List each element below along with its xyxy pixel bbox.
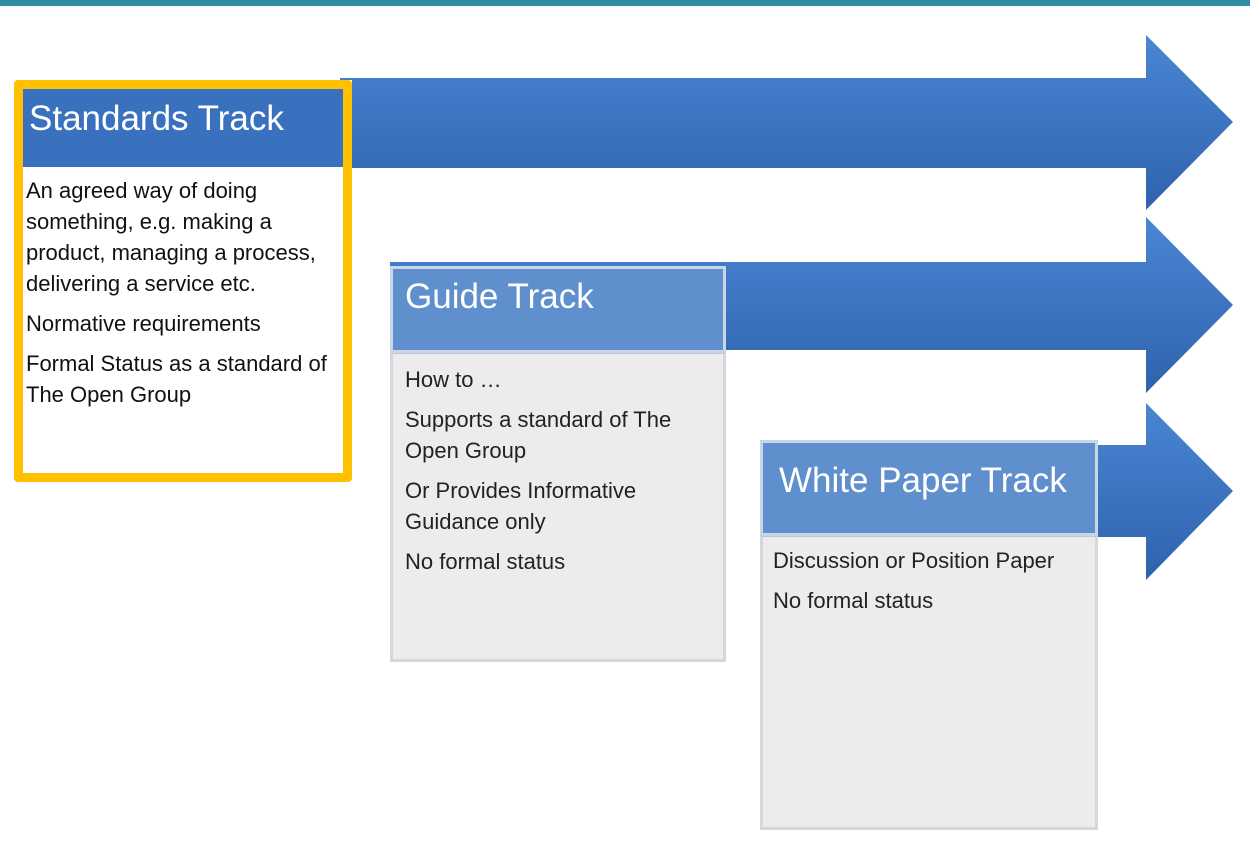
white-paper-track-card: White Paper Track Discussion or Position… <box>760 440 1098 830</box>
guide-track-line: How to … <box>405 367 502 392</box>
standards-track-line: Formal Status as a standard of The Open … <box>26 351 327 407</box>
white-paper-track-line: No formal status <box>773 588 934 613</box>
standards-track-card: Standards Track An agreed way of doing s… <box>14 80 352 482</box>
standards-track-description: An agreed way of doing something, e.g. m… <box>23 167 343 473</box>
standards-track-line: An agreed way of doing something, e.g. m… <box>26 178 316 296</box>
standards-track-line: Normative requirements <box>26 311 261 336</box>
white-paper-track-description: Discussion or Position Paper No formal s… <box>760 536 1098 830</box>
standards-track-title: Standards Track <box>21 89 345 167</box>
guide-track-line: Supports a standard of The Open Group <box>405 407 672 463</box>
guide-track-line: Or Provides Informative Guidance only <box>405 478 637 534</box>
white-paper-track-title: White Paper Track <box>760 440 1098 536</box>
standards-track-arrow <box>340 35 1233 210</box>
guide-track-description: How to … Supports a standard of The Open… <box>390 353 726 662</box>
guide-track-line: No formal status <box>405 549 566 574</box>
guide-track-card: Guide Track How to … Supports a standard… <box>390 266 726 662</box>
white-paper-track-line: Discussion or Position Paper <box>773 548 1055 573</box>
guide-track-title: Guide Track <box>390 266 726 353</box>
